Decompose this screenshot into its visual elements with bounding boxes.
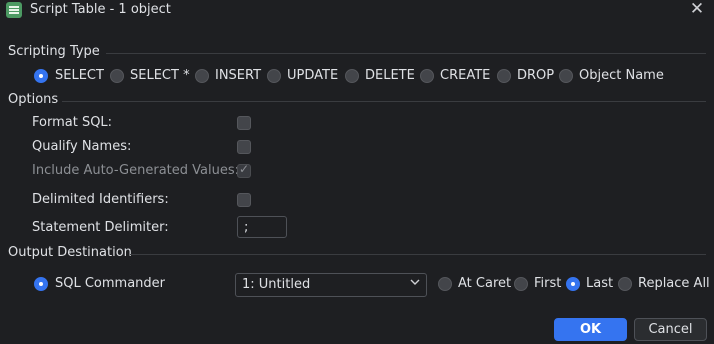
scripting-type-heading: Scripting Type	[8, 44, 100, 59]
sql-commander-label[interactable]: SQL Commander	[55, 276, 165, 291]
radio-sql-commander[interactable]	[34, 277, 48, 291]
last-label[interactable]: Last	[586, 276, 613, 291]
radio-at-caret[interactable]	[438, 277, 452, 291]
qualify-names-label: Qualify Names:	[32, 139, 132, 154]
include-auto-generated-label: Include Auto-Generated Values:	[32, 163, 239, 178]
radio-object-name-label[interactable]: Object Name	[579, 68, 664, 83]
radio-drop[interactable]	[497, 69, 511, 83]
radio-replace-all[interactable]	[618, 277, 632, 291]
divider	[130, 254, 706, 255]
checkmark-icon: ✓	[239, 162, 250, 176]
radio-select-label[interactable]: SELECT	[55, 68, 104, 83]
radio-select-all-label[interactable]: SELECT *	[130, 68, 190, 83]
qualify-names-checkbox[interactable]	[237, 140, 251, 154]
close-icon[interactable]: ✕	[689, 1, 705, 18]
radio-last[interactable]	[566, 277, 580, 291]
statement-delimiter-label: Statement Delimiter:	[32, 220, 169, 235]
include-auto-generated-checkbox[interactable]: ✓	[237, 162, 251, 178]
window-title: Script Table - 1 object	[30, 2, 171, 17]
options-heading: Options	[8, 92, 59, 107]
statement-delimiter-input[interactable]: ;	[237, 216, 287, 238]
radio-select[interactable]	[34, 69, 48, 83]
radio-delete[interactable]	[345, 69, 359, 83]
radio-first[interactable]	[514, 277, 528, 291]
divider	[106, 53, 706, 54]
app-icon	[6, 2, 22, 18]
format-sql-label: Format SQL:	[32, 115, 113, 130]
radio-create[interactable]	[420, 69, 434, 83]
radio-insert-label[interactable]: INSERT	[215, 68, 261, 83]
ok-button[interactable]: OK	[554, 318, 627, 341]
commander-select-value: 1: Untitled	[242, 277, 311, 292]
radio-update-label[interactable]: UPDATE	[287, 68, 338, 83]
radio-select-all[interactable]	[110, 69, 124, 83]
output-destination-heading: Output Destination	[8, 245, 132, 260]
chevron-down-icon	[410, 279, 420, 285]
delimited-identifiers-label: Delimited Identifiers:	[32, 192, 169, 207]
delimited-identifiers-checkbox[interactable]	[237, 193, 251, 207]
first-label[interactable]: First	[534, 276, 561, 291]
cancel-button[interactable]: Cancel	[634, 318, 707, 341]
radio-update[interactable]	[267, 69, 281, 83]
format-sql-checkbox[interactable]	[237, 116, 251, 130]
radio-insert[interactable]	[195, 69, 209, 83]
radio-drop-label[interactable]: DROP	[517, 68, 554, 83]
divider	[62, 101, 706, 102]
title-bar: Script Table - 1 object ✕	[0, 0, 714, 20]
radio-object-name[interactable]	[559, 69, 573, 83]
radio-delete-label[interactable]: DELETE	[365, 68, 415, 83]
commander-select[interactable]: 1: Untitled	[235, 273, 427, 297]
at-caret-label[interactable]: At Caret	[458, 276, 511, 291]
radio-create-label[interactable]: CREATE	[440, 68, 490, 83]
replace-all-label[interactable]: Replace All	[638, 276, 710, 291]
